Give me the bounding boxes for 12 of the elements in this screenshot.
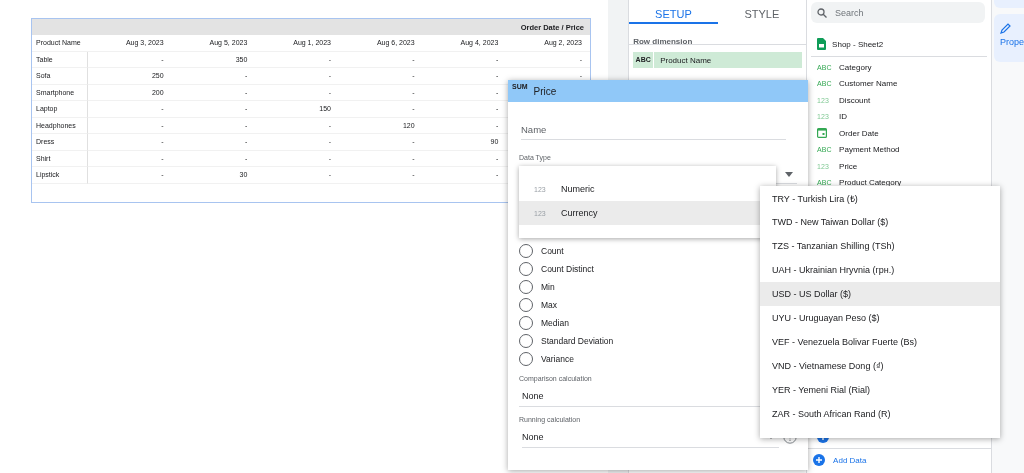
data-source-name: Shop - Sheet2 bbox=[832, 39, 884, 49]
radio-label: Variance bbox=[541, 354, 574, 364]
properties-label: Prope bbox=[999, 37, 1024, 47]
radio-label: Median bbox=[541, 318, 569, 328]
dialog-title: Price bbox=[533, 85, 557, 97]
dimension-name: Product Name bbox=[659, 55, 712, 65]
section-label: Row dimension bbox=[633, 37, 694, 46]
radio-label: Max bbox=[541, 300, 558, 310]
radio-label: Standard Deviation bbox=[541, 336, 614, 346]
radio-label: Count Distinct bbox=[541, 264, 594, 274]
radio-label: Min bbox=[541, 282, 555, 292]
radio-label: Count bbox=[541, 246, 564, 256]
